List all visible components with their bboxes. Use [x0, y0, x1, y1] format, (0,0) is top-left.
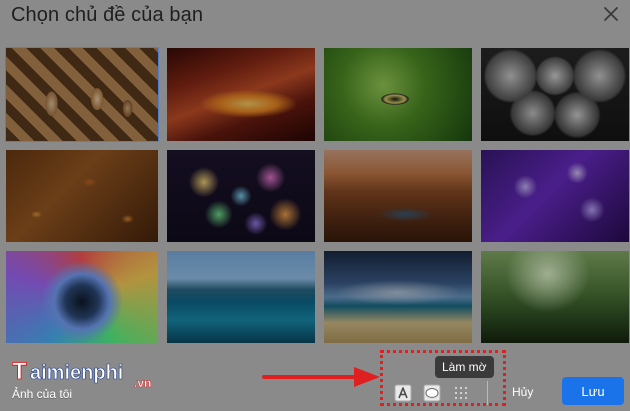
- watermark-logo: T aimienphi .vn: [12, 358, 152, 391]
- svg-text:.vn: .vn: [134, 376, 151, 390]
- text-style-icon: [394, 384, 412, 402]
- dialog-title: Chọn chủ đề của bạn: [11, 4, 204, 26]
- theme-tile-river-canyon[interactable]: [324, 150, 472, 242]
- svg-text:aimienphi: aimienphi: [30, 362, 123, 384]
- theme-tile-jellyfish[interactable]: [481, 150, 629, 242]
- theme-grid: [5, 47, 629, 343]
- theme-tile-lake-trees[interactable]: [167, 251, 315, 343]
- theme-tile-chess[interactable]: [5, 47, 159, 142]
- my-photos-link[interactable]: Ảnh của tôi: [12, 387, 72, 401]
- theme-tile-pipes[interactable]: [481, 48, 629, 141]
- theme-picker-dialog: Chọn chủ đề của bạn T aimienphi .vn Ảnh …: [0, 0, 630, 411]
- cancel-button[interactable]: Hủy: [502, 379, 546, 405]
- save-button[interactable]: Lưu: [562, 377, 624, 405]
- text-style-button[interactable]: [394, 384, 412, 402]
- blur-icon: [454, 386, 468, 400]
- toolbar-divider: [487, 381, 488, 405]
- theme-tile-caterpillar[interactable]: [324, 48, 472, 141]
- vignette-button[interactable]: [423, 384, 441, 402]
- blur-tooltip: Làm mờ: [435, 356, 494, 378]
- close-button[interactable]: [602, 5, 620, 23]
- theme-tile-bokeh-lights[interactable]: [167, 150, 315, 242]
- blur-button[interactable]: [452, 384, 470, 402]
- theme-tile-forest-sunlight[interactable]: [481, 251, 629, 343]
- theme-tile-beach-sunset[interactable]: [324, 251, 472, 343]
- theme-tile-canyon-glow[interactable]: [167, 48, 315, 141]
- close-icon: [604, 7, 618, 21]
- theme-tile-autumn-leaves[interactable]: [6, 150, 158, 242]
- vignette-icon: [423, 384, 441, 402]
- theme-tile-color-droplet[interactable]: [6, 251, 158, 343]
- svg-text:T: T: [12, 358, 27, 385]
- arrow-right-icon: [262, 367, 380, 387]
